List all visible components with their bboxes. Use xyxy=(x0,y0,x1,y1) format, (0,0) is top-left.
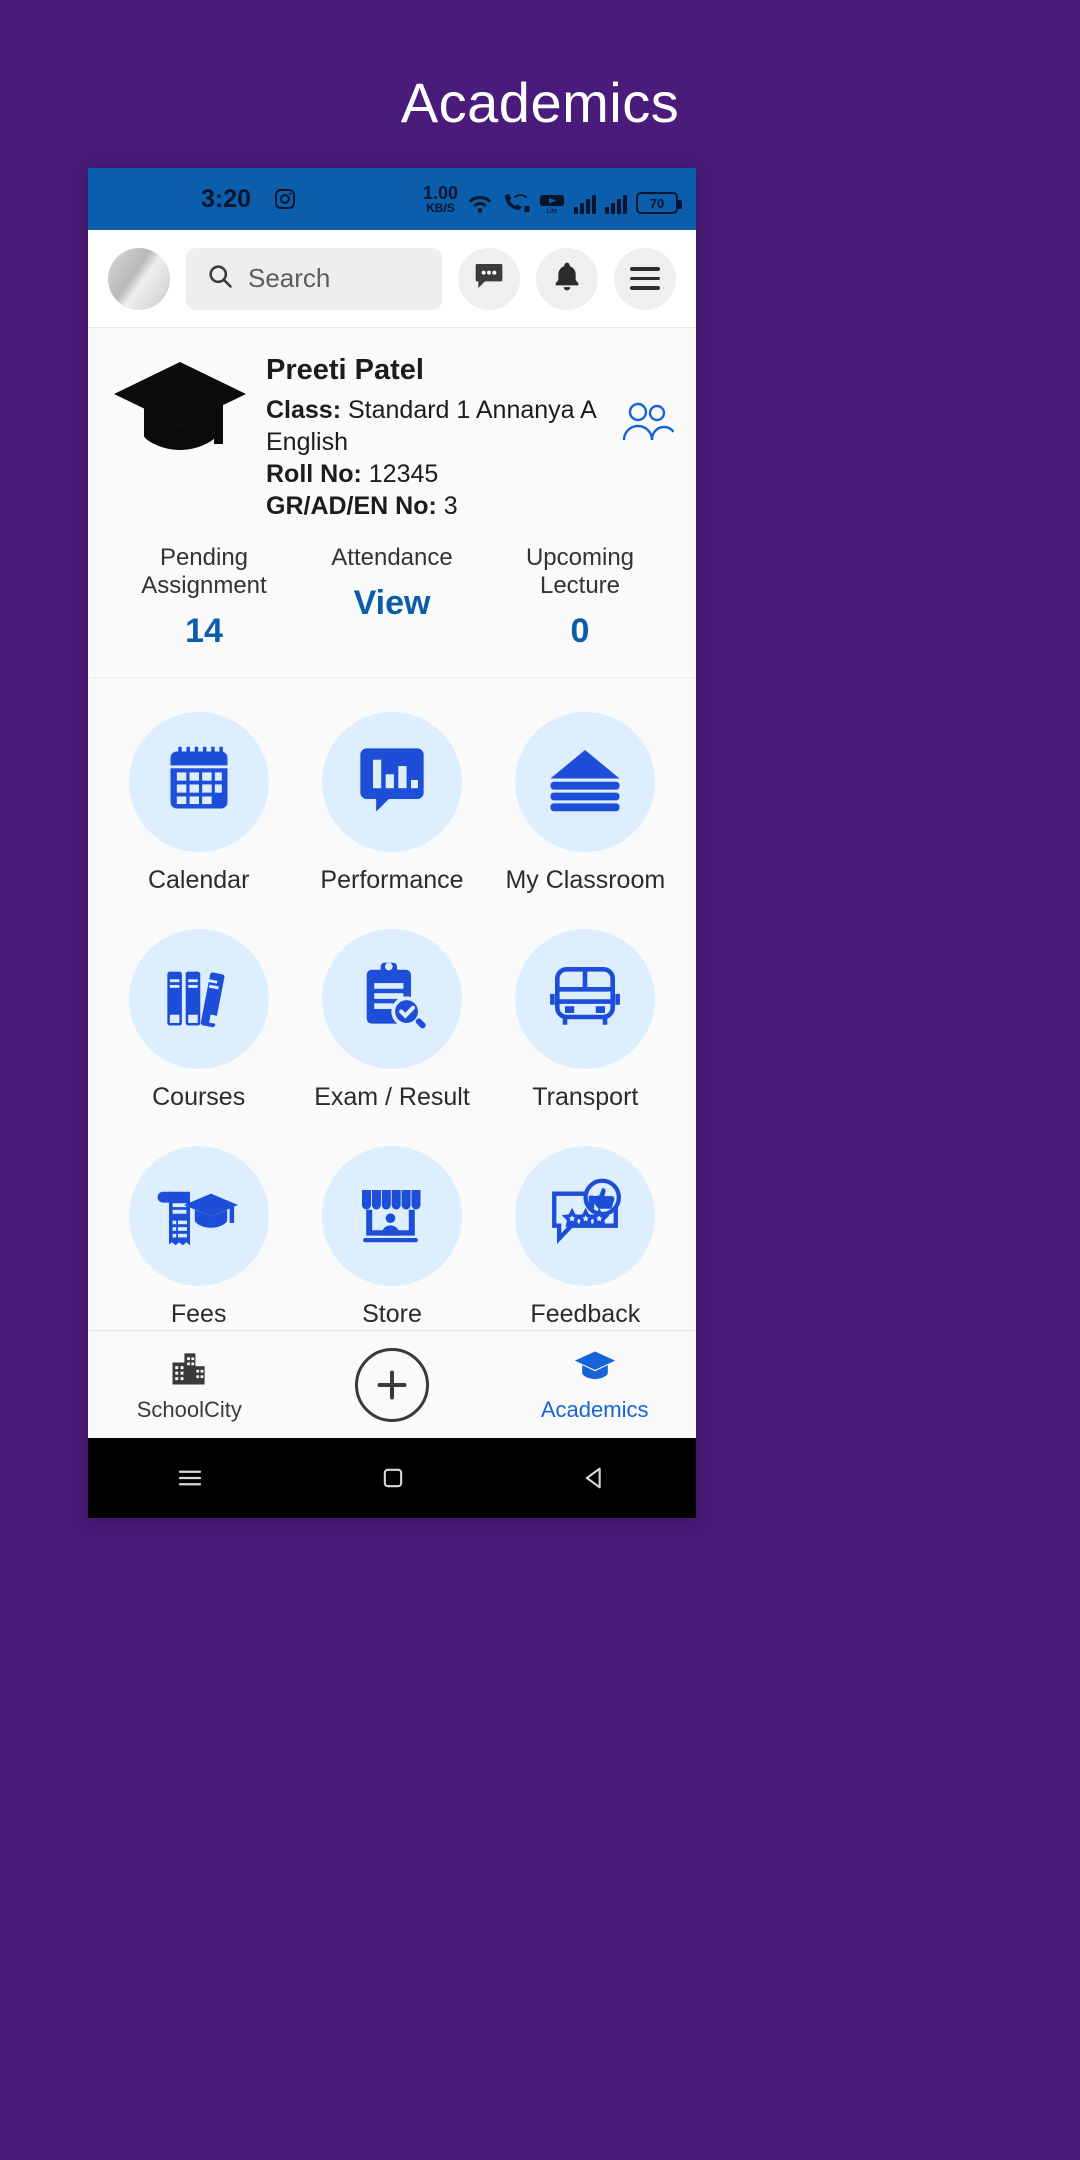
search-placeholder: Search xyxy=(248,263,331,293)
signal-bars-sim2-icon xyxy=(605,192,627,214)
tile-bubble xyxy=(515,712,656,852)
instagram-icon xyxy=(273,187,297,211)
clipboard-search-icon xyxy=(354,959,430,1040)
tile-bubble xyxy=(515,1146,656,1286)
graduation-cap-icon xyxy=(110,350,250,471)
android-navigation-bar xyxy=(88,1438,696,1518)
tile-my-classroom[interactable]: My Classroom xyxy=(489,712,682,895)
books-stack-icon xyxy=(543,742,627,823)
calendar-icon xyxy=(161,742,237,823)
student-gr-no: GR/AD/EN No: 3 xyxy=(266,492,458,520)
wifi-icon xyxy=(467,192,493,214)
data-rate-indicator: 1.00 KB/S xyxy=(422,183,458,215)
stat-pending-assignment[interactable]: Pending Assignment 14 xyxy=(110,544,298,651)
tile-label: Store xyxy=(362,1300,422,1328)
student-roll: Roll No: 12345 xyxy=(266,460,439,488)
tile-label: My Classroom xyxy=(505,866,666,894)
phone-screenshot: 3:20 1.00 KB/S Lite 70 Search Preeti Pat… xyxy=(88,168,696,1518)
receipt-graduation-icon xyxy=(157,1175,241,1258)
tile-bubble xyxy=(128,929,269,1069)
signal-bars-sim1-icon xyxy=(574,192,596,214)
avatar[interactable] xyxy=(108,247,170,310)
tile-calendar[interactable]: Calendar xyxy=(102,712,295,895)
performance-chart-bubble-icon xyxy=(354,742,430,823)
notifications-bell-icon xyxy=(551,260,583,297)
stat-upcoming-lecture[interactable]: Upcoming Lecture 0 xyxy=(486,544,674,651)
home-icon[interactable] xyxy=(379,1464,407,1492)
graduation-cap-icon xyxy=(571,1351,619,1394)
tile-label: Transport xyxy=(532,1083,639,1111)
tile-label: Exam / Result xyxy=(314,1083,470,1111)
bottom-navigation: SchoolCity Academics xyxy=(88,1330,696,1438)
status-bar: 3:20 1.00 KB/S Lite 70 xyxy=(88,168,696,230)
switch-student-icon xyxy=(618,402,675,450)
battery-icon: 70 xyxy=(636,192,682,214)
messages-icon xyxy=(473,260,505,297)
feedback-thumbsup-icon xyxy=(545,1176,625,1257)
status-time: 3:20 xyxy=(201,184,252,213)
nav-label: SchoolCity xyxy=(136,1397,242,1422)
page-title: Academics xyxy=(400,71,680,134)
tile-label: Calendar xyxy=(147,866,250,894)
tile-bubble xyxy=(128,1146,269,1286)
student-class: Class: Standard 1 Annanya A English xyxy=(266,396,596,456)
tile-store[interactable]: Store xyxy=(295,1146,488,1329)
call-wifi-icon xyxy=(502,192,530,214)
nav-item-academics[interactable]: Academics xyxy=(493,1346,696,1423)
youtube-lite-icon: Lite xyxy=(539,192,565,214)
tile-performance[interactable]: Performance xyxy=(295,712,488,895)
bus-icon xyxy=(545,959,625,1040)
tile-bubble xyxy=(321,1146,462,1286)
book-shelf-icon xyxy=(161,959,237,1040)
tile-bubble xyxy=(321,712,462,852)
tile-bubble xyxy=(128,712,269,852)
stat-label: Upcoming Lecture xyxy=(525,544,635,599)
stat-label: Pending Assignment xyxy=(141,544,267,599)
nav-item-schoolcity[interactable]: SchoolCity xyxy=(88,1346,291,1423)
stat-value: View xyxy=(353,584,431,622)
messages-button[interactable] xyxy=(458,247,520,310)
menu-hamburger-icon xyxy=(630,267,660,290)
tile-label: Fees xyxy=(170,1300,227,1328)
student-card: Preeti Patel Class: Standard 1 Annanya A… xyxy=(88,328,696,678)
stat-value: 14 xyxy=(185,612,223,650)
back-icon[interactable] xyxy=(581,1464,609,1492)
switch-student-button[interactable] xyxy=(618,350,675,451)
tile-label: Feedback xyxy=(530,1300,641,1328)
student-stats: Pending Assignment 14 Attendance View Up… xyxy=(110,522,674,677)
city-buildings-icon xyxy=(166,1353,212,1394)
tile-transport[interactable]: Transport xyxy=(489,929,682,1112)
stat-label: Attendance xyxy=(331,544,453,571)
storefront-icon xyxy=(353,1177,431,1256)
stat-value: 0 xyxy=(570,612,590,650)
menu-button[interactable] xyxy=(614,247,676,310)
nav-item-add[interactable] xyxy=(291,1347,494,1422)
stat-attendance[interactable]: Attendance View xyxy=(298,544,486,651)
student-name: Preeti Patel xyxy=(266,354,424,386)
recents-icon[interactable] xyxy=(175,1463,205,1493)
notifications-button[interactable] xyxy=(536,247,598,310)
plus-circle-icon xyxy=(355,1347,429,1422)
tile-label: Performance xyxy=(320,866,464,894)
app-bar: Search xyxy=(88,230,696,328)
tile-courses[interactable]: Courses xyxy=(102,929,295,1112)
search-icon xyxy=(206,262,234,295)
svg-text:Lite: Lite xyxy=(546,208,557,214)
tile-label: Courses xyxy=(152,1083,246,1111)
tile-fees[interactable]: Fees xyxy=(102,1146,295,1329)
tile-feedback[interactable]: Feedback xyxy=(489,1146,682,1329)
tile-bubble xyxy=(515,929,656,1069)
tile-exam-result[interactable]: Exam / Result xyxy=(295,929,488,1112)
nav-label: Academics xyxy=(540,1397,649,1422)
tile-bubble xyxy=(321,929,462,1069)
search-input[interactable]: Search xyxy=(186,247,442,310)
